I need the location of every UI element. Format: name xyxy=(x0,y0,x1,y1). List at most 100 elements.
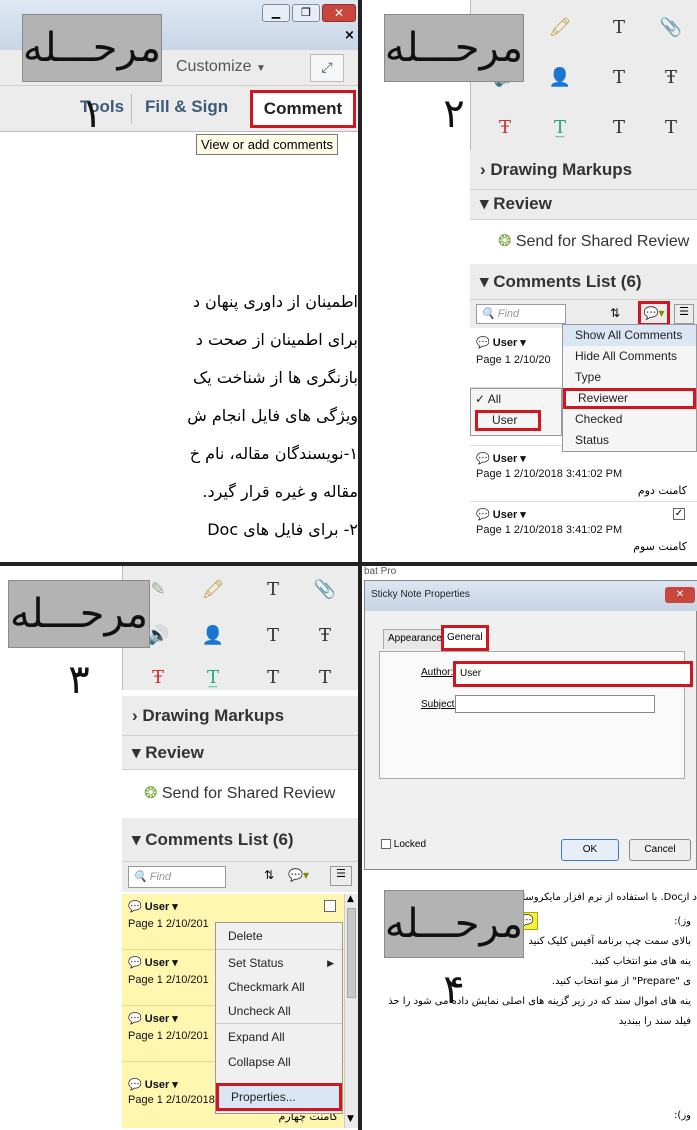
insert-text-icon[interactable]: Ŧ xyxy=(658,64,684,90)
find-input[interactable]: 🔍 Find xyxy=(476,304,566,324)
panel-step-2: ✎ 🖍 T 📎 🔊 👤 T Ŧ Ŧ T̲ T T › Drawing Marku… xyxy=(362,0,697,566)
sort-icon[interactable]: ⇅ xyxy=(610,306,620,320)
text-box-icon[interactable]: T xyxy=(658,114,684,140)
close-icon[interactable]: × xyxy=(344,28,355,43)
strikeout-icon[interactable]: Ŧ xyxy=(492,114,518,140)
step-label: مرحـــله ۳ xyxy=(8,580,150,703)
doc-line: ۲- برای فایل های Doc xyxy=(207,520,358,539)
menu-collapse-all[interactable]: Collapse All xyxy=(216,1049,342,1075)
checkbox-box xyxy=(381,839,391,850)
doc-line: مقاله و غیره قرار گیرد. xyxy=(202,482,358,501)
scrollbar[interactable]: ▲ ▼ xyxy=(344,894,358,1128)
step-label: مرحـــله ۱ xyxy=(22,14,162,137)
attach-icon[interactable]: 📎 xyxy=(658,14,684,40)
menu-checked[interactable]: Checked xyxy=(563,409,696,430)
checkbox[interactable]: ✓ xyxy=(673,508,685,520)
section-comments-list[interactable]: ▾ Comments List (6) xyxy=(470,264,697,300)
subject-label: Subject: xyxy=(421,699,458,710)
menu-expand-all[interactable]: Expand All xyxy=(216,1023,342,1049)
comment-icon: 💬 xyxy=(128,957,142,969)
tab-comment[interactable]: Comment xyxy=(250,90,356,128)
doc-line: بالای سمت چپ برنامه آفیس کلیک کنید xyxy=(528,936,691,947)
maximize-button[interactable]: ❐ xyxy=(292,4,320,22)
panel-step-3: ✎ 🖍 T 📎 🔊 👤 T Ŧ Ŧ T̲ T T › Drawing Marku… xyxy=(0,566,362,1130)
author-input[interactable]: User xyxy=(453,661,693,687)
menu-checkmark-all[interactable]: Checkmark All xyxy=(216,975,342,999)
doc-line: وز): xyxy=(674,916,691,927)
section-review[interactable]: ▾ Review xyxy=(470,190,697,220)
scroll-down-arrow[interactable]: ▼ xyxy=(347,1114,354,1124)
menu-delete[interactable]: Delete xyxy=(216,923,342,949)
tab-general[interactable]: General xyxy=(441,625,489,651)
menu-reviewer[interactable]: Reviewer xyxy=(563,388,696,409)
menu-show-all-comments[interactable]: Show All Comments xyxy=(563,325,696,346)
menu-set-status[interactable]: Set Status ▶ xyxy=(216,949,342,975)
stamp-icon[interactable]: 👤 xyxy=(200,622,226,648)
send-shared-review[interactable]: ❂ Send for Shared Review xyxy=(122,770,358,818)
doc-line: ی "Prepare" از منو انتخاب کنید. xyxy=(551,976,691,987)
menu-uncheck-all[interactable]: Uncheck All xyxy=(216,999,342,1023)
sort-icon[interactable]: ⇅ xyxy=(264,868,274,882)
document-page: اطمینان از داوری پنهان د برای اطمینان از… xyxy=(0,132,358,562)
scroll-thumb[interactable] xyxy=(347,908,356,998)
author-label: Author: xyxy=(421,667,454,678)
insert-text-icon[interactable]: Ŧ xyxy=(312,622,338,648)
tab-appearance[interactable]: Appearance xyxy=(383,629,447,649)
tab-fill-sign[interactable]: Fill & Sign xyxy=(145,97,228,117)
doc-line: ینه های اموال سند که در زیر گزینه های اص… xyxy=(388,996,691,1007)
stamp-icon[interactable]: 👤 xyxy=(547,64,573,90)
find-input[interactable]: 🔍 Find xyxy=(128,866,226,888)
minimize-button[interactable]: ▁ xyxy=(262,4,290,22)
step-label: مرحـــله ۴ xyxy=(384,890,524,1013)
comment-note: کامنت دوم xyxy=(637,484,687,497)
close-window-button[interactable]: ✕ xyxy=(322,4,356,22)
text-callout-icon[interactable]: T xyxy=(606,114,632,140)
menu-hide-all-comments[interactable]: Hide All Comments xyxy=(563,346,696,367)
options-icon[interactable]: ☰ xyxy=(330,866,352,886)
section-comments-list[interactable]: ▾ Comments List (6) xyxy=(122,818,358,862)
underline-icon[interactable]: T̲ xyxy=(200,664,226,690)
ok-button[interactable]: OK xyxy=(561,839,619,861)
menu-type[interactable]: Type xyxy=(563,367,696,388)
text-box-icon[interactable]: T xyxy=(312,664,338,690)
doc-line: اطمینان از داوری پنهان د xyxy=(192,292,358,311)
section-review[interactable]: ▾ Review xyxy=(122,736,358,770)
doc-line: ۱-نویسندگان مقاله، نام خ xyxy=(189,444,358,463)
chevron-right-icon: ▶ xyxy=(327,958,334,968)
text-icon[interactable]: T xyxy=(606,14,632,40)
dialog-close-button[interactable]: ✕ xyxy=(665,587,695,603)
section-drawing-markups[interactable]: › Drawing Markups xyxy=(122,696,358,736)
menu-status[interactable]: Status xyxy=(563,430,696,451)
section-drawing-markups[interactable]: › Drawing Markups xyxy=(470,150,697,190)
cancel-button[interactable]: Cancel xyxy=(629,839,691,861)
customize-dropdown[interactable]: Customize ▼ xyxy=(176,58,266,76)
underline-icon[interactable]: T̲ xyxy=(547,114,573,140)
text-callout-icon[interactable]: T xyxy=(260,664,286,690)
dialog-title: Sticky Note Properties xyxy=(371,589,470,600)
options-icon[interactable]: ☰ xyxy=(674,304,694,324)
search-icon: 🔍 xyxy=(133,871,147,883)
submenu-all[interactable]: ✓ All xyxy=(471,389,561,410)
attach-icon[interactable]: 📎 xyxy=(312,576,338,602)
replace-text-icon[interactable]: T xyxy=(606,64,632,90)
highlight-icon[interactable]: 🖍 xyxy=(547,14,573,40)
comment-item[interactable]: 💬 User ▾ Page 1 2/10/2018 3:41:02 PM کام… xyxy=(470,446,697,502)
expand-icon[interactable]: ⤢ xyxy=(310,54,344,82)
comment-item[interactable]: 💬 User ▾ ✓ Page 1 2/10/2018 3:41:02 PM ک… xyxy=(470,502,697,562)
strikeout-icon[interactable]: Ŧ xyxy=(145,664,171,690)
reviewer-submenu: ✓ All User xyxy=(470,388,562,436)
send-shared-review[interactable]: ❂ Send for Shared Review xyxy=(470,220,697,264)
locked-checkbox[interactable]: Locked xyxy=(381,839,426,850)
menu-properties[interactable]: Properties... xyxy=(216,1083,342,1111)
filter-button[interactable]: 💬▾ xyxy=(638,301,670,326)
submenu-user[interactable]: User xyxy=(475,410,541,431)
highlight-icon[interactable]: 🖍 xyxy=(200,576,226,602)
checkbox[interactable] xyxy=(324,900,336,912)
doc-line: فیلد سند را ببندید xyxy=(618,1016,691,1027)
filter-button[interactable]: 💬▾ xyxy=(288,868,309,882)
scroll-up-arrow[interactable]: ▲ xyxy=(347,894,354,904)
text-icon[interactable]: T xyxy=(260,576,286,602)
subject-input[interactable] xyxy=(455,695,655,713)
comment-icon: 💬 xyxy=(476,337,490,349)
replace-text-icon[interactable]: T xyxy=(260,622,286,648)
